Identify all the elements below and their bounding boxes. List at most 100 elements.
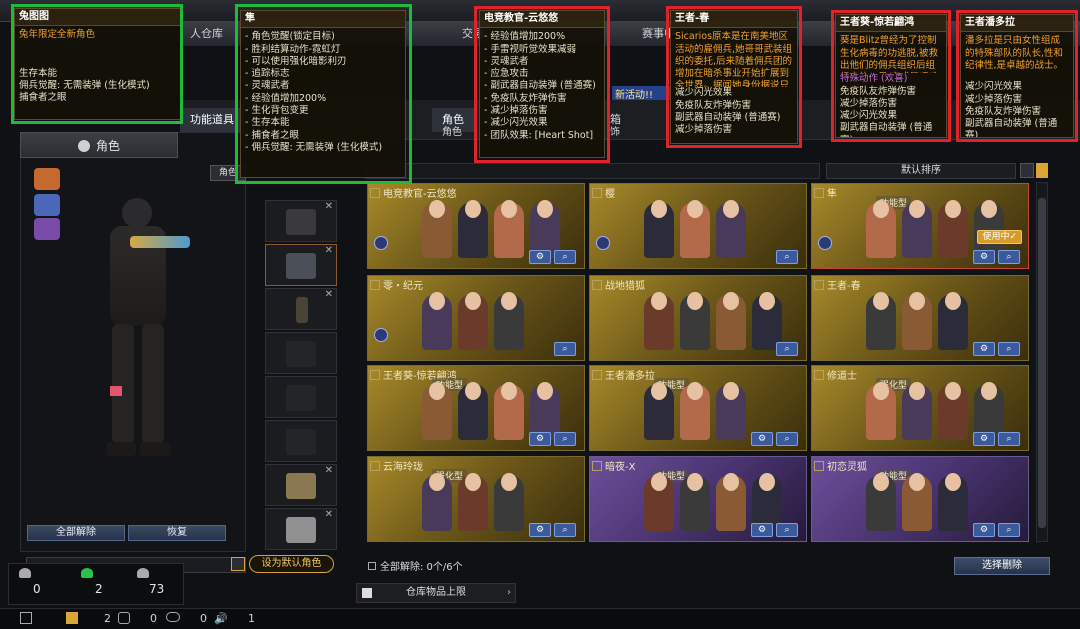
character-portrait <box>458 382 488 440</box>
sort-dropdown[interactable]: 默认排序 <box>826 163 1016 179</box>
character-boot-left <box>106 442 136 456</box>
character-portrait <box>716 473 746 531</box>
character-card[interactable]: 战地猎狐 ⌕ <box>589 275 807 361</box>
gear-icon[interactable]: ⚙ <box>973 250 995 264</box>
tab-role-sub[interactable]: 角色 <box>432 126 472 140</box>
remove-icon[interactable]: ✕ <box>325 245 333 256</box>
skill-icon-3[interactable] <box>34 218 60 240</box>
search-icon[interactable]: ⌕ <box>776 432 798 446</box>
character-card[interactable]: 电竞教官-云悠悠 ⚙ ⌕ <box>367 183 585 269</box>
character-leg-left <box>112 324 134 444</box>
rank-badge-icon <box>374 328 388 342</box>
character-portrait <box>680 200 710 258</box>
equip-slot-top[interactable] <box>265 332 337 374</box>
equip-slot-pants[interactable] <box>265 420 337 462</box>
gear-icon[interactable]: ⚙ <box>751 432 773 446</box>
stat-b: 2 <box>95 582 103 596</box>
character-portrait <box>422 200 452 258</box>
equip-slot-radio[interactable]: ✕ <box>265 288 337 330</box>
card-title: 零・纪元 <box>370 277 423 292</box>
gear-icon[interactable]: ⚙ <box>529 432 551 446</box>
character-model <box>60 190 220 510</box>
character-card[interactable]: 初恋灵狐 功能型 ⚙ ⌕ <box>811 456 1029 542</box>
search-icon[interactable]: ⌕ <box>776 342 798 356</box>
sort-direction-icon[interactable] <box>1036 163 1048 178</box>
search-icon[interactable]: ⌕ <box>776 523 798 537</box>
stat-c: 73 <box>149 582 165 596</box>
character-card[interactable]: 王者-春 ⚙ ⌕ <box>811 275 1029 361</box>
radio-icon <box>296 297 308 323</box>
card-title: 电竞教官-云悠悠 <box>370 185 457 200</box>
equip-slot-helmet[interactable]: ✕ <box>265 200 337 242</box>
character-card[interactable]: 云海玲珑 强化型 ⚙ ⌕ <box>367 456 585 542</box>
character-portrait <box>866 473 896 531</box>
volume-icon[interactable]: 🔊 <box>214 612 228 625</box>
equip-slot-vest[interactable] <box>265 376 337 418</box>
search-icon[interactable]: ⌕ <box>554 342 576 356</box>
in-use-badge: 使用中✓ <box>977 230 1022 244</box>
equip-slot-goggles[interactable]: ✕ <box>265 244 337 286</box>
remove-icon[interactable]: ✕ <box>325 201 333 212</box>
character-portrait <box>866 382 896 440</box>
skill-icon-2[interactable] <box>34 194 60 216</box>
character-portrait <box>716 292 746 350</box>
coin-icon <box>66 612 78 624</box>
stat-a: 0 <box>33 582 41 596</box>
search-icon[interactable]: ⌕ <box>998 432 1020 446</box>
chat-icon[interactable] <box>166 612 180 622</box>
set-default-character-button[interactable]: 设为默认角色 <box>249 555 334 573</box>
character-card[interactable]: 零・纪元 ⌕ <box>367 275 585 361</box>
skill-icon-1[interactable] <box>34 168 60 190</box>
character-card[interactable]: 修道士 强化型 ⚙ ⌕ <box>811 365 1029 451</box>
character-portrait <box>422 382 452 440</box>
remove-icon[interactable]: ✕ <box>325 509 333 520</box>
select-delete-button[interactable]: 选择删除 <box>954 557 1050 575</box>
search-icon[interactable]: ⌕ <box>998 342 1020 356</box>
highlight-frame-green <box>235 4 412 184</box>
character-card[interactable]: 王者潘多拉 功能型 ⚙ ⌕ <box>589 365 807 451</box>
search-icon[interactable]: ⌕ <box>554 523 576 537</box>
character-tab[interactable]: 角色 <box>20 132 178 158</box>
menu-icon[interactable] <box>20 612 32 624</box>
gear-icon[interactable]: ⚙ <box>973 523 995 537</box>
sort-list-icon[interactable] <box>1020 163 1034 178</box>
remove-icon[interactable]: ✕ <box>325 465 333 476</box>
search-icon[interactable]: ⌕ <box>554 250 576 264</box>
search-icon[interactable]: ⌕ <box>776 250 798 264</box>
event-banner[interactable]: 新活动!! <box>612 86 672 101</box>
search-icon[interactable]: ⌕ <box>998 523 1020 537</box>
restore-button[interactable]: 恢复 <box>128 525 226 541</box>
character-tab-label: 角色 <box>95 139 120 153</box>
character-card[interactable]: 樱 ⌕ <box>589 183 807 269</box>
grid-search-bar[interactable] <box>365 163 820 179</box>
character-card[interactable]: 王者葵-惊若翩鸿 功能型 ⚙ ⌕ <box>367 365 585 451</box>
gear-icon[interactable]: ⚙ <box>529 250 551 264</box>
release-all-button[interactable]: 全部解除 <box>27 525 125 541</box>
gear-icon[interactable]: ⚙ <box>751 523 773 537</box>
tab-storage[interactable]: 人仓库 <box>180 25 233 43</box>
character-card[interactable]: 暗夜-X 功能型 ⚙ ⌕ <box>589 456 807 542</box>
character-portrait <box>494 382 524 440</box>
character-portrait <box>494 292 524 350</box>
grid-scrollbar-thumb[interactable] <box>1038 198 1046 528</box>
storage-limit-button[interactable]: 仓库物品上限 › <box>356 583 516 603</box>
character-portrait <box>680 473 710 531</box>
search-icon[interactable]: ⌕ <box>998 250 1020 264</box>
search-icon[interactable]: ⌕ <box>554 432 576 446</box>
character-portrait <box>458 200 488 258</box>
list-icon[interactable] <box>231 557 245 571</box>
character-leg-right <box>142 324 164 444</box>
equip-slot-pet[interactable]: ✕ <box>265 464 337 506</box>
pants-icon <box>286 429 316 455</box>
gear-icon[interactable]: ⚙ <box>529 523 551 537</box>
character-portrait <box>938 200 968 258</box>
release-count-text: 全部解除: 0个/6个 <box>368 558 463 573</box>
gear-icon[interactable]: ⚙ <box>973 342 995 356</box>
character-portrait <box>458 292 488 350</box>
gear-icon[interactable]: ⚙ <box>973 432 995 446</box>
equipment-column: ✕ ✕ ✕ ✕ ✕ <box>265 200 337 550</box>
character-card[interactable]: 隼功能型 ⚙ ⌕ 使用中✓ <box>811 183 1029 269</box>
character-helmet <box>122 198 152 228</box>
remove-icon[interactable]: ✕ <box>325 289 333 300</box>
equip-slot-pet-2[interactable]: ✕ <box>265 508 337 550</box>
